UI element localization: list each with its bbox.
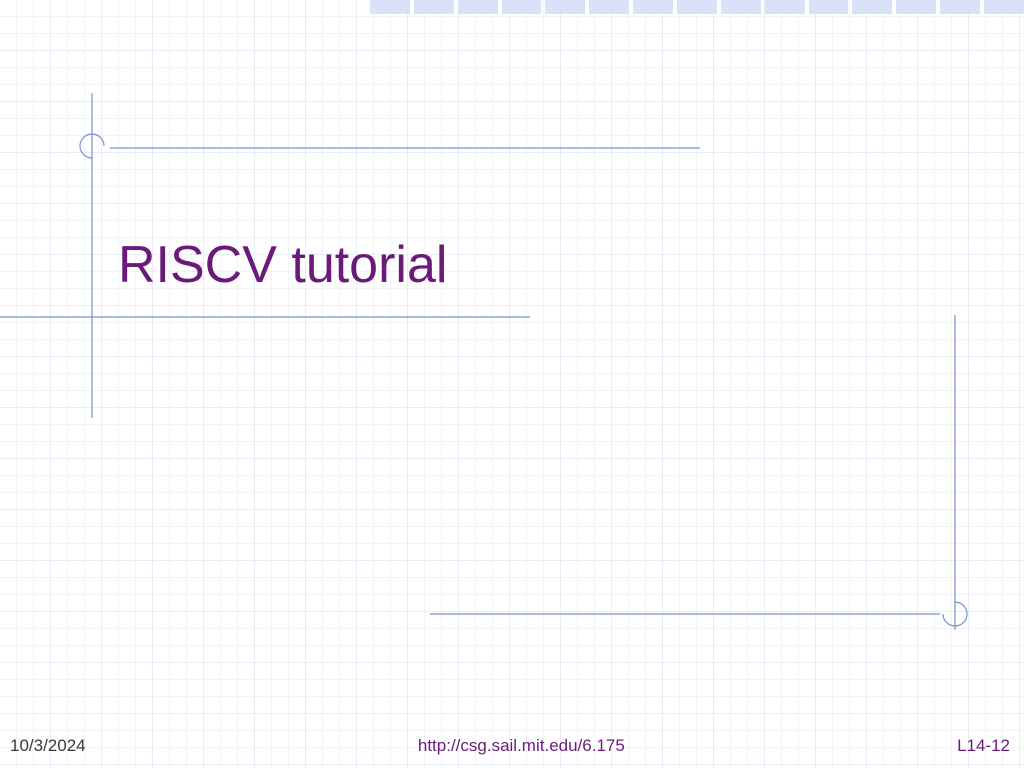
footer-page: L14-12	[957, 736, 1010, 756]
grid-background	[0, 0, 1024, 768]
footer-url: http://csg.sail.mit.edu/6.175	[418, 736, 625, 756]
slide-title: RISCV tutorial	[118, 235, 447, 295]
top-ribbon	[370, 0, 1024, 14]
footer-date: 10/3/2024	[10, 736, 86, 756]
slide-footer: 10/3/2024 http://csg.sail.mit.edu/6.175 …	[0, 736, 1024, 756]
